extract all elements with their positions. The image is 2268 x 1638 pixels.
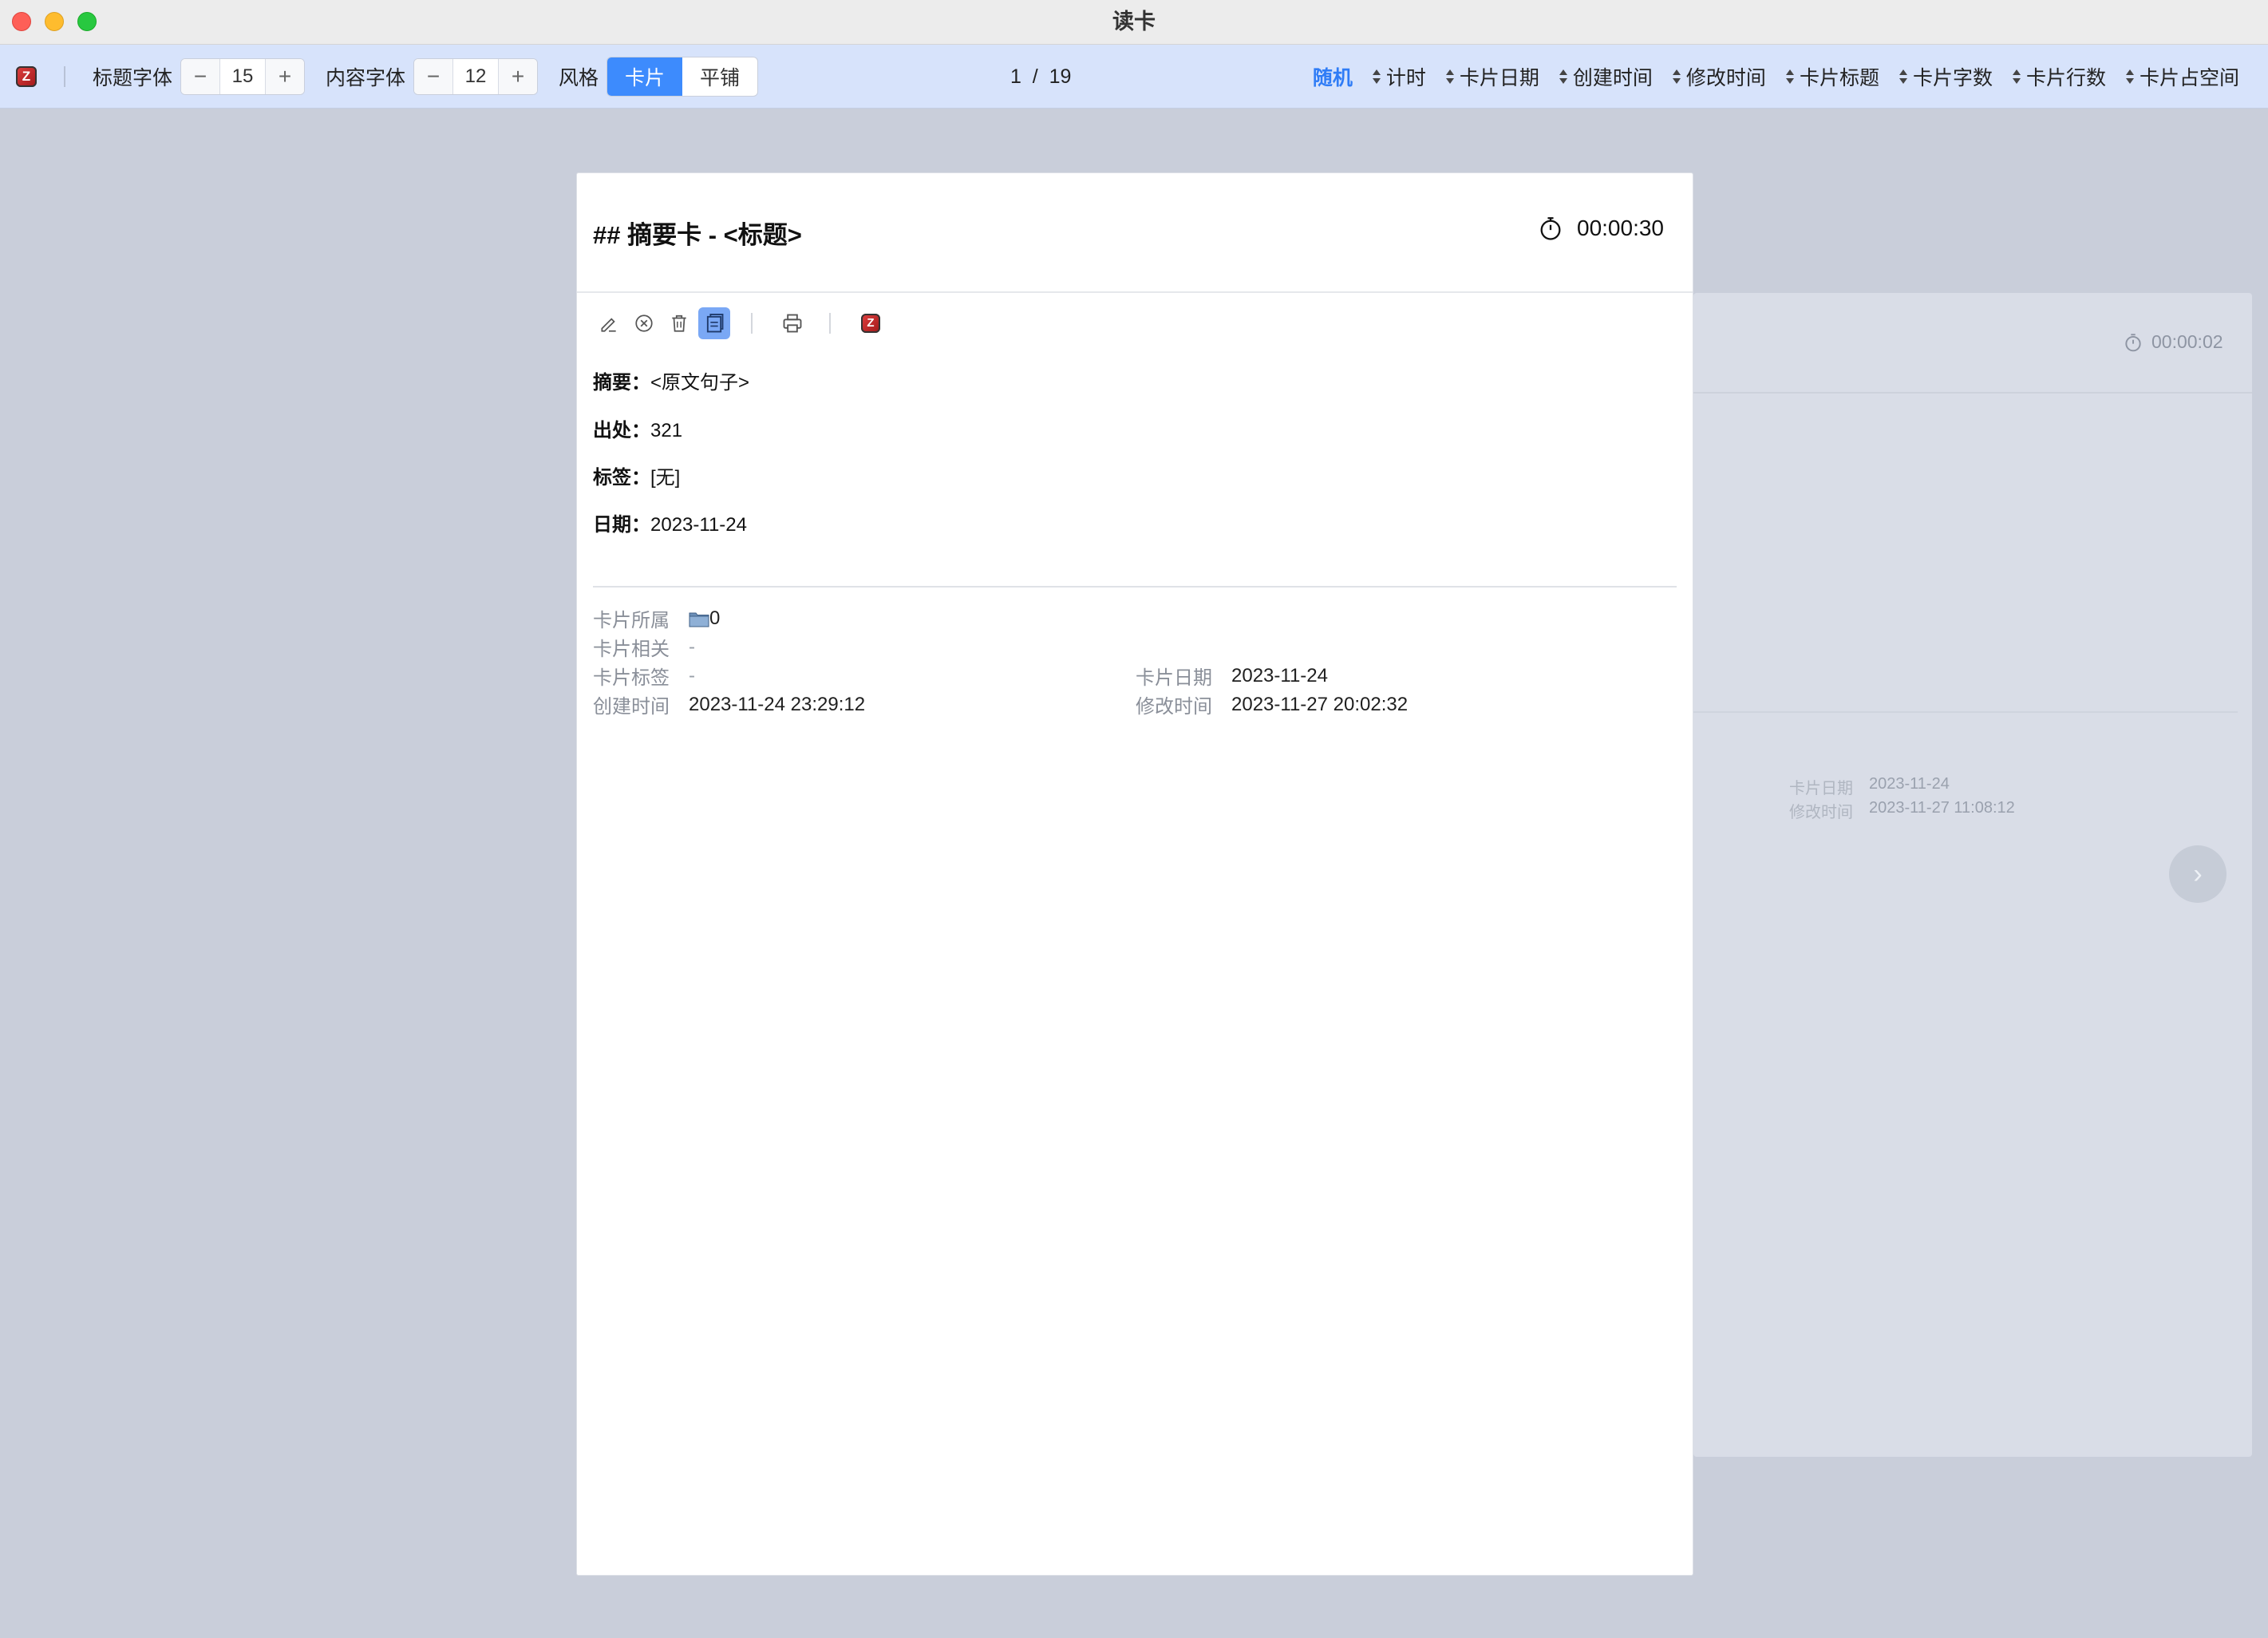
title-font-decrease-button[interactable]: − (181, 59, 220, 94)
page-indicator: 1 / 19 (1010, 65, 1072, 88)
window-titlebar: 读卡 (0, 0, 2268, 45)
sort-char-count[interactable]: 卡片字数 (1899, 62, 1993, 91)
window-title: 读卡 (1112, 10, 1156, 34)
card-divider (593, 586, 1677, 588)
stopwatch-icon (1540, 217, 1561, 240)
card-header: ## 摘要卡 - <标题> 00:00:30 (577, 173, 1693, 293)
sort-modified-time[interactable]: 修改时间 (1672, 62, 1766, 91)
field-source: 出处：321 (593, 420, 683, 441)
folder-link[interactable]: 0 (689, 607, 720, 630)
next-card-header-divider (1693, 392, 2252, 394)
field-summary: 摘要：<原文句子> (593, 372, 750, 394)
app-link-button[interactable]: Z (855, 307, 887, 339)
meta-belong: 卡片所属 0 (593, 607, 721, 632)
sort-arrows-icon (1672, 69, 1681, 85)
app-logo-icon: Z (861, 314, 880, 333)
title-font-stepper[interactable]: − 15 + (180, 58, 306, 95)
next-card-modified-row: 修改时间 2023-11-27 11:08:12 (1789, 799, 2015, 821)
sort-space[interactable]: 卡片占空间 (2125, 62, 2239, 91)
card-timer: 00:00:30 (1537, 215, 1664, 242)
next-card-timer: 00:00:02 (2123, 331, 2223, 353)
sort-created-time[interactable]: 创建时间 (1559, 62, 1653, 91)
sort-arrows-icon (1445, 69, 1455, 85)
sort-arrows-icon (1899, 69, 1908, 85)
style-option-card[interactable]: 卡片 (607, 57, 683, 96)
title-font-label: 标题字体 (93, 67, 173, 89)
meta-modified: 修改时间 2023-11-27 20:02:32 (1136, 693, 1409, 718)
field-tags: 标签：[无] (593, 467, 681, 489)
circle-x-icon (635, 315, 653, 332)
toolbar-divider (64, 66, 65, 87)
stopwatch-icon (2125, 333, 2141, 351)
meta-created: 创建时间 2023-11-24 23:29:12 (593, 693, 866, 718)
folder-icon (689, 612, 709, 627)
sort-timer[interactable]: 计时 (1372, 62, 1426, 91)
trash-icon (672, 315, 686, 332)
card-title: ## 摘要卡 - <标题> (593, 221, 802, 249)
style-label: 风格 (559, 67, 599, 89)
meta-tags: 卡片标签 - (593, 664, 695, 690)
app-logo-icon[interactable]: Z (16, 66, 37, 87)
edit-button[interactable] (593, 307, 625, 339)
content-font-stepper[interactable]: − 12 + (413, 58, 539, 95)
content-font-increase-button[interactable]: + (499, 59, 538, 94)
sort-arrows-icon (1785, 69, 1795, 85)
content-font-decrease-button[interactable]: − (414, 59, 453, 94)
content-font-label: 内容字体 (326, 67, 406, 89)
next-card-divider (1693, 711, 2238, 713)
copy-icon (706, 313, 724, 333)
sort-arrows-icon (1559, 69, 1568, 85)
sort-line-count[interactable]: 卡片行数 (2012, 62, 2106, 91)
sort-arrows-icon (2125, 69, 2135, 85)
pencil-icon (601, 318, 616, 332)
tools-divider (751, 313, 753, 334)
card-actions: Z (593, 306, 890, 341)
sort-arrows-icon (2012, 69, 2021, 85)
next-card-preview[interactable]: 00:00:02 卡片日期 2023-11-24 修改时间 2023-11-27 1… (1693, 293, 2252, 1457)
reading-card: ## 摘要卡 - <标题> 00:00:30 Z 摘要：<原文句子> 出处：32… (576, 172, 1693, 1576)
next-card-date-row: 卡片日期 2023-11-24 (1789, 775, 1950, 797)
meta-card-date: 卡片日期 2023-11-24 (1136, 664, 1328, 690)
sort-arrows-icon (1372, 69, 1381, 85)
next-card-button[interactable]: › (2169, 845, 2227, 903)
close-card-button[interactable] (628, 307, 660, 339)
title-font-value[interactable]: 15 (219, 59, 267, 94)
delete-button[interactable] (663, 307, 695, 339)
content-font-value[interactable]: 12 (452, 59, 500, 94)
sort-card-date[interactable]: 卡片日期 (1445, 62, 1539, 91)
copy-button[interactable] (698, 307, 730, 339)
tools-divider (829, 313, 831, 334)
printer-icon (783, 314, 802, 333)
style-option-tile[interactable]: 平铺 (682, 57, 757, 96)
title-font-increase-button[interactable]: + (266, 59, 305, 94)
toolbar: Z 标题字体 − 15 + 内容字体 − 12 + 风格 卡片 平铺 1 / 1… (0, 45, 2268, 109)
meta-related: 卡片相关 - (593, 635, 695, 661)
style-segmented-control: 卡片 平铺 (607, 57, 759, 97)
sort-card-title[interactable]: 卡片标题 (1785, 62, 1879, 91)
print-button[interactable] (776, 307, 808, 339)
sort-random[interactable]: 随机 (1313, 62, 1353, 91)
field-date: 日期：2023-11-24 (593, 514, 747, 536)
